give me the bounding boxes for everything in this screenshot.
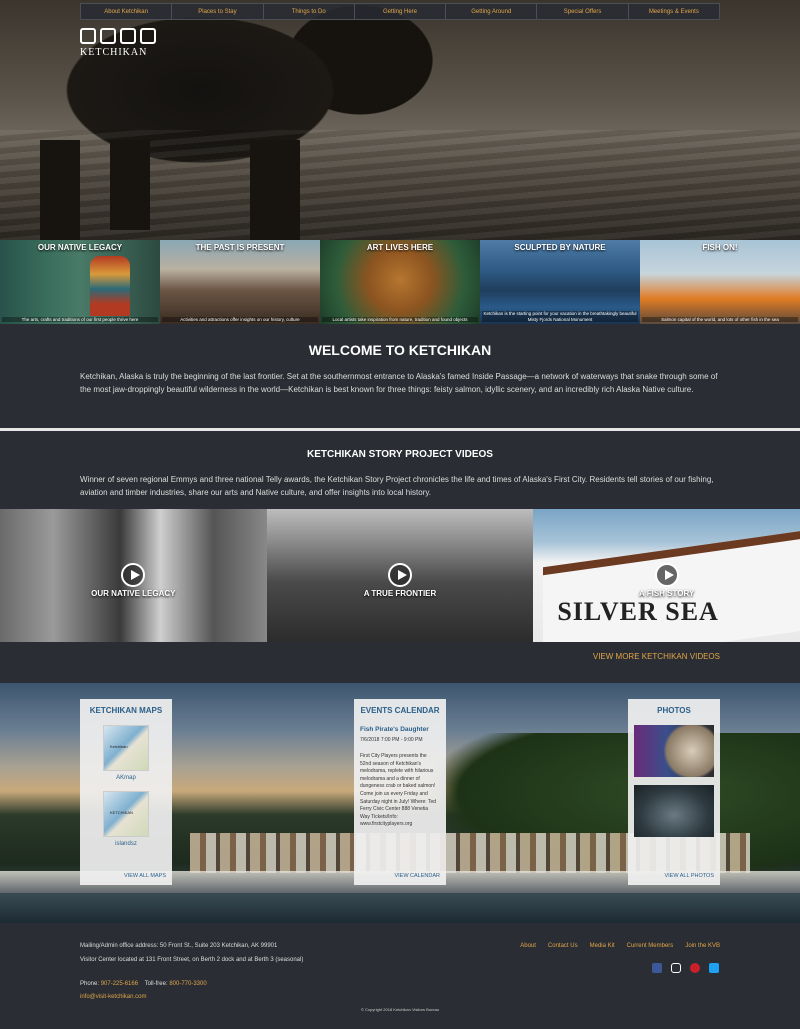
videos-body: Winner of seven regional Emmys and three… bbox=[80, 475, 714, 497]
map-thumb-label: Ketchikan bbox=[110, 744, 128, 749]
logo-text: KETCHIKAN bbox=[80, 47, 148, 58]
main-nav: About Ketchikan Places to Stay Things to… bbox=[80, 3, 720, 20]
phone-link[interactable]: 907-225-6166 bbox=[101, 981, 138, 987]
video-fish-story[interactable]: SILVER SEA A FISH STORY bbox=[533, 509, 800, 642]
footer: Mailing/Admin office address: 50 Front S… bbox=[0, 923, 800, 1029]
tile-caption: Activities and attractions offer insight… bbox=[162, 316, 318, 322]
footer-link-about[interactable]: About bbox=[520, 943, 536, 949]
welcome-section: WELCOME TO KETCHIKAN Ketchikan, Alaska i… bbox=[0, 324, 800, 428]
nav-item-things-to-do[interactable]: Things to Do bbox=[264, 4, 355, 19]
pinterest-icon[interactable] bbox=[690, 963, 700, 973]
tile-sculpted-by-nature[interactable]: SCULPTED BY NATURE Ketchikan is the star… bbox=[480, 240, 640, 324]
video-label: A TRUE FRONTIER bbox=[363, 589, 437, 598]
copyright: © Copyright 2018 Ketchikan Visitors Bure… bbox=[360, 1007, 440, 1012]
footer-address-mailing: Mailing/Admin office address: 50 Front S… bbox=[80, 943, 278, 949]
events-card-title: EVENTS CALENDAR bbox=[360, 706, 440, 715]
video-strip: OUR NATIVE LEGACY A TRUE FRONTIER SILVER… bbox=[0, 509, 800, 642]
welcome-heading: WELCOME TO KETCHIKAN bbox=[308, 342, 492, 358]
logo-mark bbox=[120, 28, 136, 44]
maps-card: KETCHIKAN MAPS Ketchikan AKmap KETCHIKAN… bbox=[80, 699, 172, 885]
footer-link-contact[interactable]: Contact Us bbox=[548, 943, 578, 949]
view-more-videos-link[interactable]: VIEW MORE KETCHIKAN VIDEOS bbox=[593, 652, 720, 661]
photos-card: PHOTOS VIEW ALL PHOTOS bbox=[628, 699, 720, 885]
page: About Ketchikan Places to Stay Things to… bbox=[0, 0, 800, 1029]
logo-mark bbox=[100, 28, 116, 44]
event-date: 7/6/2018 7:00 PM - 9:00 PM bbox=[360, 737, 423, 743]
footer-link-media-kit[interactable]: Media Kit bbox=[590, 943, 615, 949]
tile-title: FISH ON! bbox=[702, 243, 738, 252]
welcome-body: Ketchikan, Alaska is truly the beginning… bbox=[80, 372, 718, 394]
nav-item-places-to-stay[interactable]: Places to Stay bbox=[172, 4, 264, 19]
video-label: OUR NATIVE LEGACY bbox=[91, 589, 176, 598]
tile-title: OUR NATIVE LEGACY bbox=[37, 243, 123, 252]
map-thumb-label: KETCHIKAN bbox=[110, 810, 133, 815]
tile-native-legacy[interactable]: OUR NATIVE LEGACY The arts, crafts and t… bbox=[0, 240, 160, 324]
tile-caption: Local artists take inspiration from natu… bbox=[322, 316, 478, 322]
logo-marks bbox=[80, 28, 162, 44]
harbor-background: KETCHIKAN MAPS Ketchikan AKmap KETCHIKAN… bbox=[0, 683, 800, 923]
logo-mark bbox=[140, 28, 156, 44]
map-caption-akmap[interactable]: AKmap bbox=[80, 775, 172, 781]
footer-phone-line: Phone: 907-225-6166 Toll-free: 800-770-3… bbox=[80, 981, 207, 987]
play-icon[interactable] bbox=[121, 563, 146, 587]
footer-link-join[interactable]: Join the KVB bbox=[685, 943, 720, 949]
hero-bear-leg bbox=[250, 140, 300, 240]
tile-title: ART LIVES HERE bbox=[366, 243, 434, 252]
social-links bbox=[652, 963, 719, 973]
event-description: First City Players presents the 52nd sea… bbox=[360, 753, 437, 828]
videos-section: KETCHIKAN STORY PROJECT VIDEOS Winner of… bbox=[0, 431, 800, 683]
hero-bear-leg bbox=[40, 140, 80, 240]
tile-title: SCULPTED BY NATURE bbox=[514, 243, 606, 252]
totem-pole-image bbox=[90, 256, 130, 316]
videos-heading: KETCHIKAN STORY PROJECT VIDEOS bbox=[307, 449, 493, 460]
photo-thumb-fish-seller[interactable] bbox=[634, 725, 714, 777]
maps-card-title: KETCHIKAN MAPS bbox=[89, 706, 163, 715]
video-native-legacy[interactable]: OUR NATIVE LEGACY bbox=[0, 509, 267, 642]
tile-fish-on[interactable]: FISH ON! Salmon capital of the world, an… bbox=[640, 240, 800, 324]
logo-mark bbox=[80, 28, 96, 44]
view-all-maps-link[interactable]: VIEW ALL MAPS bbox=[124, 873, 166, 879]
play-icon[interactable] bbox=[387, 563, 412, 587]
play-icon[interactable] bbox=[654, 563, 679, 587]
map-caption-islands[interactable]: islandsz bbox=[80, 841, 172, 847]
nav-item-about[interactable]: About Ketchikan bbox=[81, 4, 173, 19]
hero-bear-image: About Ketchikan Places to Stay Things to… bbox=[0, 0, 800, 240]
tile-past-is-present[interactable]: THE PAST IS PRESENT Activities and attra… bbox=[160, 240, 320, 324]
email-link[interactable]: info@visit-ketchikan.com bbox=[80, 994, 146, 1000]
video-label: A FISH STORY bbox=[639, 589, 695, 598]
photo-thumb-water[interactable] bbox=[634, 785, 714, 837]
feature-tiles: OUR NATIVE LEGACY The arts, crafts and t… bbox=[0, 240, 800, 324]
nav-item-meetings-events[interactable]: Meetings & Events bbox=[629, 4, 719, 19]
twitter-icon[interactable] bbox=[709, 963, 719, 973]
tile-caption: Ketchikan is the starting point for your… bbox=[482, 311, 638, 322]
video-true-frontier[interactable]: A TRUE FRONTIER bbox=[266, 509, 534, 642]
tollfree-label: Toll-free: bbox=[144, 981, 168, 987]
footer-nav: About Contact Us Media Kit Current Membe… bbox=[520, 943, 720, 949]
map-thumb-islands[interactable]: KETCHIKAN bbox=[103, 791, 149, 837]
photos-card-title: PHOTOS bbox=[657, 706, 691, 715]
footer-address-visitor: Visitor Center located at 131 Front Stre… bbox=[80, 957, 304, 963]
nav-item-special-offers[interactable]: Special Offers bbox=[537, 4, 629, 19]
ship-name: SILVER SEA bbox=[557, 597, 719, 626]
site-logo[interactable]: KETCHIKAN bbox=[80, 28, 162, 58]
footer-link-current-members[interactable]: Current Members bbox=[627, 943, 674, 949]
view-calendar-link[interactable]: VIEW CALENDAR bbox=[394, 873, 440, 879]
event-title-link[interactable]: Fish Pirate's Daughter bbox=[360, 726, 429, 733]
tile-title: THE PAST IS PRESENT bbox=[195, 243, 285, 252]
instagram-icon[interactable] bbox=[671, 963, 681, 973]
hero-bear-leg bbox=[110, 140, 150, 230]
view-all-photos-link[interactable]: VIEW ALL PHOTOS bbox=[664, 873, 714, 879]
facebook-icon[interactable] bbox=[652, 963, 662, 973]
events-card: EVENTS CALENDAR Fish Pirate's Daughter 7… bbox=[354, 699, 446, 885]
nav-item-getting-here[interactable]: Getting Here bbox=[355, 4, 447, 19]
tollfree-link[interactable]: 800-770-3300 bbox=[169, 981, 206, 987]
tile-art-lives-here[interactable]: ART LIVES HERE Local artists take inspir… bbox=[320, 240, 480, 324]
map-thumb-akmap[interactable]: Ketchikan bbox=[103, 725, 149, 771]
tile-caption: The arts, crafts and traditions of our f… bbox=[2, 316, 158, 322]
phone-label: Phone: bbox=[80, 981, 100, 987]
tile-caption: Salmon capital of the world, and lots of… bbox=[642, 316, 798, 322]
nav-item-getting-around[interactable]: Getting Around bbox=[446, 4, 538, 19]
